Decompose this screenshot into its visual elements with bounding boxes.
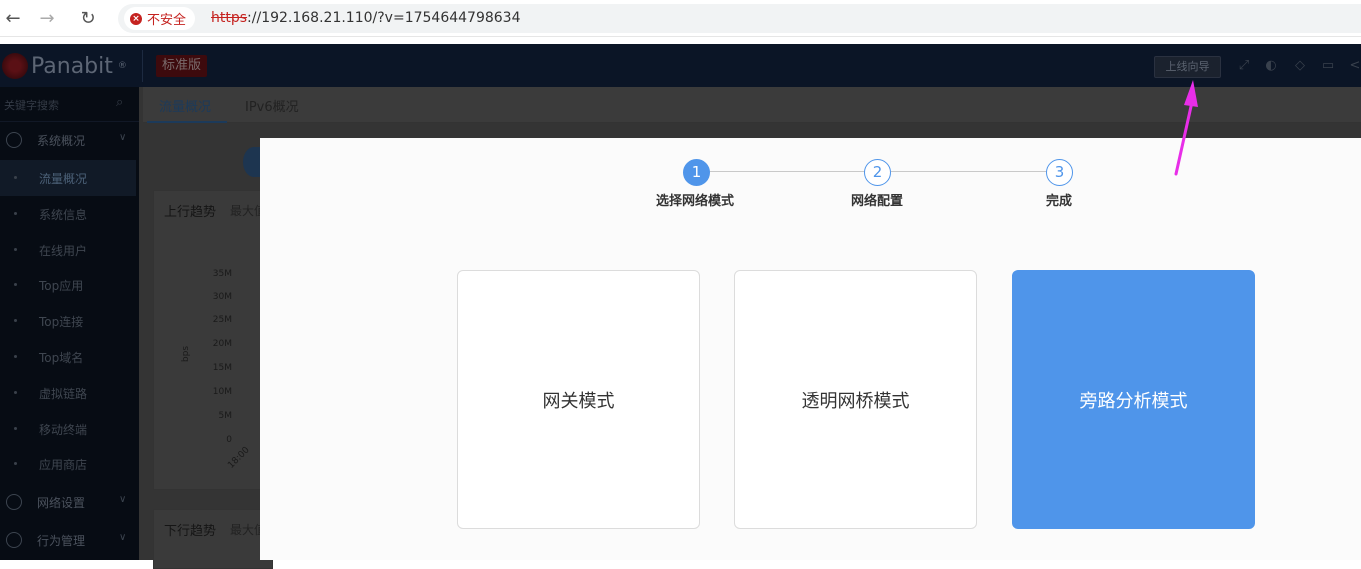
sidebar-item-top-connections[interactable]: Top连接 <box>0 303 139 339</box>
sidebar-item-label: Top应用 <box>39 279 84 293</box>
edition-badge: 标准版 <box>156 55 208 77</box>
sidebar-item-label: 虚拟链路 <box>39 387 88 401</box>
sidebar-group-network-settings[interactable]: 网络设置 ∨ <box>0 484 139 520</box>
bullet-icon <box>14 427 17 430</box>
security-label: 不安全 <box>147 13 187 28</box>
bullet-icon <box>14 391 17 394</box>
tab-traffic-overview[interactable]: 流量概况 <box>159 96 211 115</box>
sidebar-item-mobile-terminals[interactable]: 移动终端 <box>0 411 139 447</box>
y-tick: 30M <box>212 292 232 302</box>
step-connector <box>891 171 1048 172</box>
back-icon[interactable]: ← <box>0 6 26 32</box>
forward-icon[interactable]: → <box>34 6 60 32</box>
card-title: 下行趋势 <box>164 524 217 539</box>
upstream-trend-card: 上行趋势 最大值 bps 35M 30M 25M 20M 15M 10M 5M … <box>153 190 273 490</box>
reload-icon[interactable]: ↻ <box>75 6 101 32</box>
step-1-indicator: 1 <box>683 159 710 186</box>
security-chip[interactable]: × 不安全 <box>124 7 196 30</box>
header-divider <box>142 50 143 82</box>
behavior-icon <box>6 532 22 548</box>
sidebar-group-system-overview[interactable]: 系统概况 ∨ <box>0 122 139 158</box>
logo[interactable]: Panabit ® <box>2 52 127 80</box>
transparent-bridge-mode-card[interactable]: 透明网桥模式 <box>734 270 977 529</box>
url-text[interactable]: https://192.168.21.110/?v=1754644798634 <box>211 10 520 26</box>
bullet-icon <box>14 248 17 251</box>
bullet-icon <box>14 176 17 179</box>
y-tick: 0 <box>226 435 232 445</box>
step-1-label: 选择网络模式 <box>655 194 735 209</box>
step-connector <box>697 171 874 172</box>
address-bar[interactable]: × 不安全 https://192.168.21.110/?v=17546447… <box>118 4 1361 33</box>
annotation-arrow-shaft <box>1174 100 1194 176</box>
x-tick: 18:00 <box>226 445 252 471</box>
bullet-icon <box>14 462 17 465</box>
bullet-icon <box>14 355 17 358</box>
url-rest: ://192.168.21.110/?v=1754644798634 <box>247 10 521 26</box>
sidebar-item-label: 流量概况 <box>39 172 88 186</box>
sidebar-group-label: 行为管理 <box>37 534 86 548</box>
network-icon <box>6 494 22 510</box>
sidebar-search-input[interactable]: 关键字搜索 <box>4 97 59 113</box>
setup-wizard-modal: 1 2 3 选择网络模式 网络配置 完成 网关模式 透明网桥模式 旁路分析模式 <box>260 138 1361 560</box>
sidebar-item-top-apps[interactable]: Top应用 <box>0 267 139 303</box>
sidebar-item-label: 应用商店 <box>39 458 88 472</box>
y-axis-unit: bps <box>181 345 192 363</box>
bell-icon[interactable]: ◇ <box>1291 57 1309 75</box>
step-2-label: 网络配置 <box>850 194 904 209</box>
y-tick: 5M <box>218 411 233 421</box>
sidebar-group-label: 系统概况 <box>37 134 86 148</box>
sidebar-item-label: 系统信息 <box>39 208 88 222</box>
tab-ipv6-overview[interactable]: IPv6概况 <box>245 96 299 115</box>
annotation-arrow <box>1174 80 1198 176</box>
browser-toolbar: ← → ↻ × 不安全 https://192.168.21.110/?v=17… <box>0 0 1361 37</box>
sidebar-item-label: Top连接 <box>39 315 84 329</box>
gateway-mode-card[interactable]: 网关模式 <box>457 270 700 529</box>
y-tick: 20M <box>212 339 232 349</box>
sidebar-item-traffic-overview[interactable]: 流量概况 <box>0 160 136 196</box>
step-2-indicator: 2 <box>864 159 891 186</box>
registered-mark: ® <box>117 61 127 71</box>
logo-text: Panabit <box>31 53 113 79</box>
sidebar-item-label: Top域名 <box>39 351 84 365</box>
app-header: Panabit ® 标准版 上线向导 ⤢ ◐ ◇ ▭ < <box>0 44 1361 87</box>
sidebar-item-label: 在线用户 <box>39 244 88 258</box>
tab-underline <box>147 121 227 123</box>
sidebar-item-virtual-links[interactable]: 虚拟链路 <box>0 375 139 411</box>
y-tick: 35M <box>212 269 232 279</box>
sidebar-item-system-info[interactable]: 系统信息 <box>0 196 139 232</box>
y-tick: 25M <box>212 315 232 325</box>
chevron-down-icon: ∨ <box>119 494 127 505</box>
bypass-analysis-mode-card[interactable]: 旁路分析模式 <box>1012 270 1255 529</box>
bullet-icon <box>14 283 17 286</box>
setup-wizard-button[interactable]: 上线向导 <box>1154 56 1221 78</box>
downstream-trend-card: 下行趋势 最大值 <box>153 509 273 569</box>
warning-icon: × <box>130 12 142 25</box>
fullscreen-icon[interactable]: ⤢ <box>1235 57 1253 75</box>
sidebar-item-top-domains[interactable]: Top域名 <box>0 339 139 375</box>
y-tick: 10M <box>212 387 232 397</box>
card-title: 上行趋势 <box>164 205 217 220</box>
chevron-down-icon: ∨ <box>119 132 127 143</box>
gamepad-icon[interactable]: ◐ <box>1262 57 1280 75</box>
url-protocol: https <box>211 10 248 26</box>
step-3-label: 完成 <box>1045 194 1073 209</box>
sidebar: 关键字搜索 ⌕ 系统概况 ∨ 流量概况 系统信息 在线用户 Top应用 Top连… <box>0 87 139 560</box>
dashboard-icon <box>6 132 22 148</box>
search-icon[interactable]: ⌕ <box>116 95 123 110</box>
sidebar-item-app-store[interactable]: 应用商店 <box>0 446 139 482</box>
book-icon[interactable]: ▭ <box>1319 57 1337 75</box>
sidebar-item-label: 移动终端 <box>39 423 88 437</box>
step-3-indicator: 3 <box>1046 159 1073 186</box>
logo-mark-icon <box>2 53 28 79</box>
chevron-down-icon: ∨ <box>119 532 127 543</box>
sidebar-group-label: 网络设置 <box>37 496 86 510</box>
sidebar-search[interactable]: 关键字搜索 ⌕ <box>0 87 139 122</box>
sidebar-group-behavior-management[interactable]: 行为管理 ∨ <box>0 522 139 558</box>
bullet-icon <box>14 212 17 215</box>
bullet-icon <box>14 319 17 322</box>
sidebar-item-online-users[interactable]: 在线用户 <box>0 232 139 268</box>
share-icon[interactable]: < <box>1346 57 1361 75</box>
y-tick: 15M <box>212 363 232 373</box>
